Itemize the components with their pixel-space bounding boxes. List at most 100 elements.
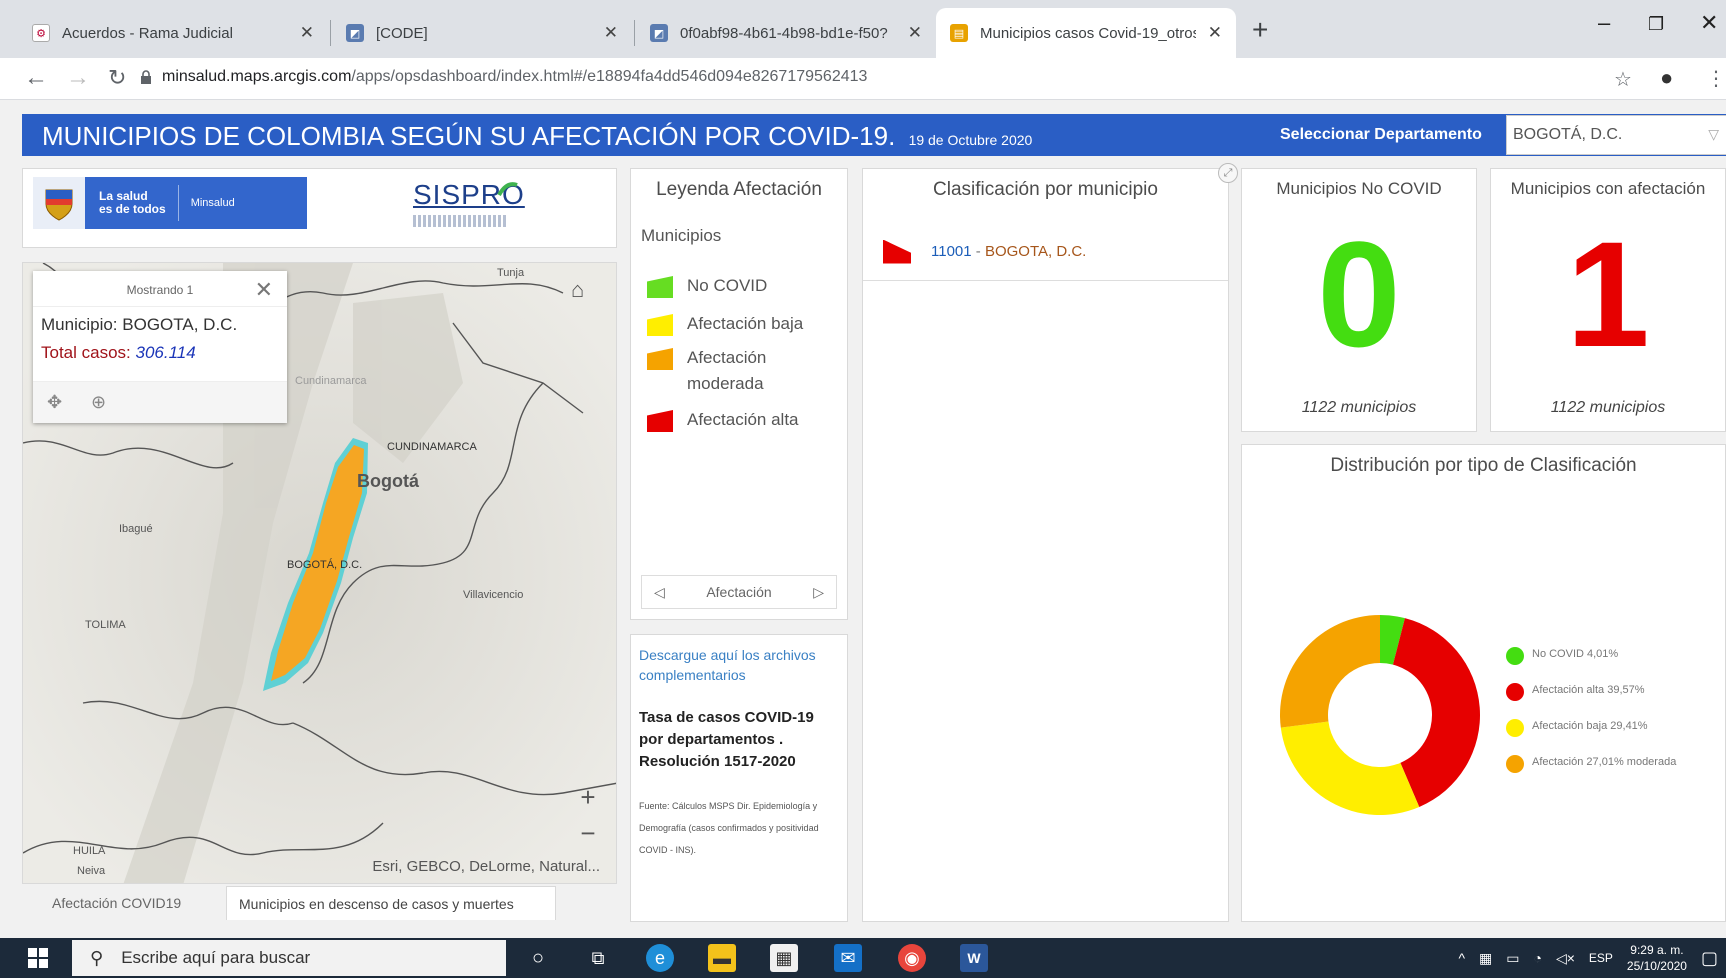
tab-municipios-covid[interactable]: ▤ Municipios casos Covid-19_otros ✕ [936,8,1236,58]
indicator-afectacion: Municipios con afectación 1 1122 municip… [1490,168,1726,432]
list-item[interactable]: 11001 - BOGOTA, D.C. [863,223,1228,281]
store-icon[interactable]: ▦ [770,944,798,972]
address-bar[interactable]: minsalud.maps.arcgis.com/apps/opsdashboa… [162,68,867,86]
close-tab-icon[interactable]: ✕ [300,23,314,43]
municipality-name: BOGOTA, D.C. [984,243,1087,260]
municipality-list-panel: Clasificación por municipio ⤢ 11001 - BO… [862,163,1238,922]
dashboard-title: MUNICIPIOS DE COLOMBIA SEGÚN SU AFECTACI… [42,121,1032,152]
notifications-icon[interactable]: ▢ [1701,948,1718,969]
expand-icon[interactable]: ⤢ [1218,163,1238,183]
indicator-footer: 1122 municipios [1301,399,1417,416]
source-note: Fuente: Cálculos MSPS Dir. Epidemiología… [639,801,819,855]
legend-pager: ◁ Afectación ▷ [641,575,837,609]
tab-afectacion-covid19[interactable]: Afectación COVID19 [40,886,193,920]
bookmark-star-icon[interactable]: ☆ [1614,67,1632,92]
browser-tab-strip: ⚙ Acuerdos - Rama Judicial ✕ ◩ [CODE] ✕ … [0,0,1726,58]
close-tab-icon[interactable]: ✕ [908,23,922,43]
chevron-right-icon[interactable]: ▷ [813,584,824,601]
legend-item-no-covid: No COVID [647,273,767,299]
legend-text: Afectación alta 39,57% [1532,684,1645,696]
indicator-value: 0 [1317,210,1401,378]
language-indicator[interactable]: ESP [1589,951,1613,965]
windows-start-icon[interactable] [28,948,48,968]
home-icon[interactable]: ⌂ [571,277,584,303]
tab-code[interactable]: ◩ [CODE] ✕ [332,8,632,58]
mail-icon[interactable]: ✉ [834,944,862,972]
list-title: Clasificación por municipio [933,179,1158,200]
indicator-footer: 1122 municipios [1550,399,1666,416]
popup-count: Mostrando 1 [126,283,194,297]
back-arrow-icon[interactable]: ← [24,64,48,92]
legend-swatch [647,348,673,370]
tab-title: [CODE] [376,24,428,42]
legend-dot [1506,755,1524,773]
wifi-icon[interactable]: ◔ [1533,950,1541,966]
clock[interactable]: 9:29 a. m. 25/10/2020 [1627,942,1687,974]
close-tab-icon[interactable]: ✕ [1208,23,1222,43]
minsalud-banner: La salud es de todos Minsalud [85,177,307,229]
legend-label: Afectación alta [687,410,799,429]
minsalud-slogan-line2: es de todos [99,202,166,216]
zoom-to-icon[interactable]: ⊕ [91,392,106,413]
zoom-control: + − [571,779,605,851]
legend-text: Afectación baja 29,41% [1532,720,1648,732]
legend-swatch [647,276,673,298]
close-window-button[interactable]: ✕ [1700,10,1718,36]
restore-button[interactable]: ❐ [1648,14,1664,35]
menu-kebab-icon[interactable]: ⋮ [1706,66,1726,91]
department-selected-value: BOGOTÁ, D.C. [1513,126,1623,143]
map-popup: Mostrando 1 ✕ Municipio: BOGOTA, D.C. To… [33,271,287,423]
chart-legend: No COVID 4,01% Afectación alta 39,57% Af… [1506,647,1682,791]
task-view-icon[interactable]: ⧉ [584,944,612,972]
map-label: Tunja [497,267,525,279]
chart-title: Distribución por tipo de Clasificación [1330,455,1637,476]
url-path: /apps/opsdashboard/index.html#/e18894fa4… [351,68,868,85]
profile-icon[interactable]: ● [1660,65,1673,91]
chart-legend-item: Afectación baja 29,41% [1506,719,1682,755]
logo-divider [177,185,179,221]
volume-icon[interactable]: ◁× [1556,950,1575,967]
taskbar-search-input[interactable]: ⚲ Escribe aquí para buscar [72,940,506,976]
minimize-button[interactable]: – [1598,10,1610,36]
reload-icon[interactable]: ↻ [108,65,126,91]
donut-slice-afectación-baja[interactable] [1280,721,1420,815]
chart-legend-item: Afectación alta 39,57% [1506,683,1682,719]
arcgis-favicon-icon: ◩ [650,24,668,42]
word-icon[interactable]: W [960,944,988,972]
file-explorer-icon[interactable]: ▬ [708,944,736,972]
battery-icon[interactable]: ▭ [1506,950,1519,967]
new-tab-button[interactable]: + [1252,14,1268,46]
forward-arrow-icon[interactable]: → [66,64,90,92]
report-date: 19 de Octubre 2020 [908,132,1033,148]
pan-icon[interactable]: ✥ [47,392,62,413]
department-select[interactable]: BOGOTÁ, D.C. ▽ [1506,115,1726,155]
donut-slice-afectación-moderada[interactable] [1280,615,1380,728]
network-icon[interactable]: ▦ [1479,950,1492,967]
indicator-title: Municipios No COVID [1276,179,1442,198]
chevron-left-icon[interactable]: ◁ [654,584,665,601]
close-icon[interactable]: ✕ [255,277,273,303]
tab-municipios-descenso[interactable]: Municipios en descenso de casos y muerte… [226,886,556,920]
close-tab-icon[interactable]: ✕ [604,23,618,43]
popup-toolbar: ✥ ⊕ [33,381,287,423]
map-panel[interactable]: Tunja Cundinamarca CUNDINAMARCA Bogotá B… [22,262,617,884]
legend-dot [1506,683,1524,701]
tab-acuerdos[interactable]: ⚙ Acuerdos - Rama Judicial ✕ [18,8,328,58]
zoom-in-button[interactable]: + [571,779,605,815]
chrome-icon[interactable]: ◉ [898,944,926,972]
cortana-icon[interactable]: ○ [524,944,552,972]
legend-dot [1506,647,1524,665]
tray-chevron-icon[interactable]: ^ [1458,950,1465,966]
tab-guid[interactable]: ◩ 0f0abf98-4b61-4b98-bd1e-f50? ✕ [636,8,936,58]
edge-icon[interactable]: e [646,944,674,972]
legend-dot [1506,719,1524,737]
donut-chart [1280,615,1480,815]
url-host: minsalud.maps.arcgis.com [162,68,352,85]
sispro-tagline-graphic [413,215,507,227]
zoom-out-button[interactable]: − [571,815,605,851]
legend-label: Afectación baja [687,314,804,333]
municipality-code: 11001 [931,243,972,260]
legend-item-alta: Afectación alta [647,407,799,433]
cases-value: 306.114 [135,343,196,362]
download-link[interactable]: Descargue aquí los archivos complementar… [639,645,839,685]
